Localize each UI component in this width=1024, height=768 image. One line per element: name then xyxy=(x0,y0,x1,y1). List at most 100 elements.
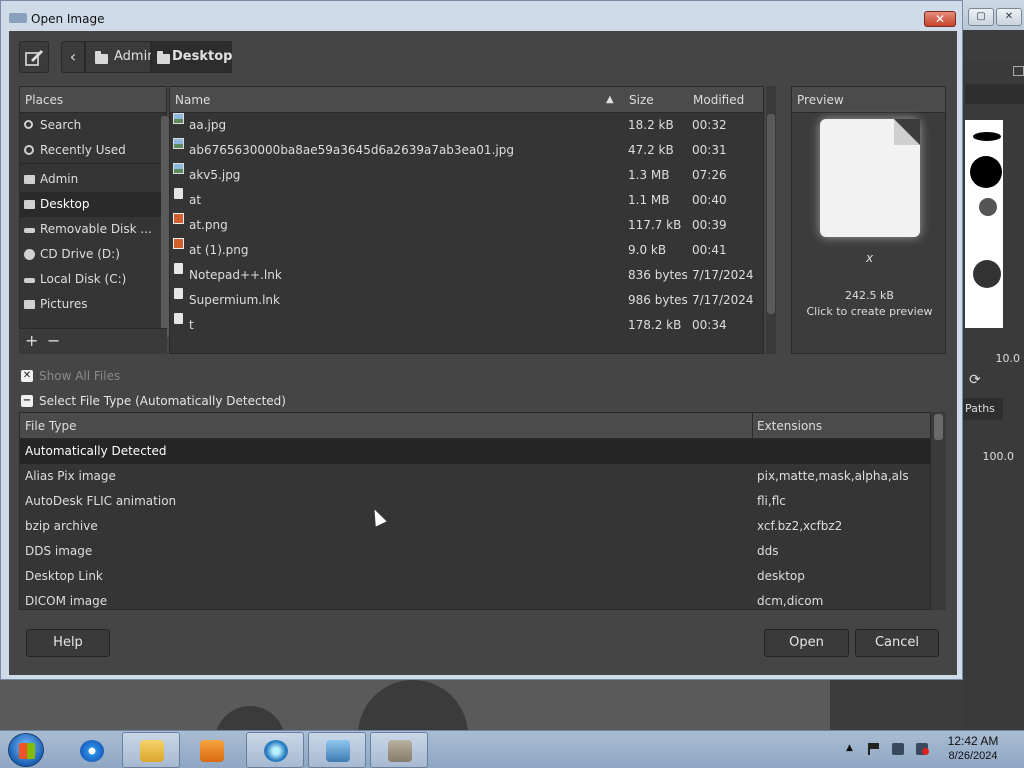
preview-panel[interactable]: Preview x 242.5 kB Click to create previ… xyxy=(791,86,946,354)
file-modified: 00:31 xyxy=(692,143,727,157)
taskbar-gimp[interactable] xyxy=(370,732,428,768)
open-button[interactable]: Open xyxy=(764,629,849,657)
image-file-icon xyxy=(173,138,184,149)
breadcrumb-desktop[interactable]: Desktop xyxy=(151,41,232,73)
taskbar-image-viewer[interactable] xyxy=(308,732,366,768)
file-modified: 00:32 xyxy=(692,118,727,132)
file-modified: 00:40 xyxy=(692,193,727,207)
file-row[interactable]: Supermium.lnk 986 bytes 7/17/2024 xyxy=(170,288,763,313)
place-removable-disk[interactable]: Removable Disk ... xyxy=(20,217,166,242)
file-type-expander[interactable]: − xyxy=(21,395,33,407)
show-hidden-icons-icon[interactable]: ▲ xyxy=(846,743,858,755)
show-all-files-checkbox[interactable]: ✕ xyxy=(21,370,33,382)
tab-paths[interactable]: Paths xyxy=(963,398,1003,420)
file-type-scrollbar[interactable] xyxy=(931,412,946,610)
file-row[interactable]: akv5.jpg 1.3 MB 07:26 xyxy=(170,163,763,188)
file-type-row[interactable]: bzip archive xcf.bz2,xcfbz2 xyxy=(20,514,930,539)
file-row[interactable]: at (1).png 9.0 kB 00:41 xyxy=(170,238,763,263)
remove-bookmark-button[interactable]: − xyxy=(47,331,60,350)
file-row[interactable]: Notepad++.lnk 836 bytes 7/17/2024 xyxy=(170,263,763,288)
column-size[interactable]: Size xyxy=(629,87,654,113)
folder-icon xyxy=(95,51,108,64)
file-type-row[interactable]: AutoDesk FLIC animation fli,flc xyxy=(20,489,930,514)
taskbar-internet-explorer[interactable] xyxy=(62,732,120,768)
file-row[interactable]: aa.jpg 18.2 kB 00:32 xyxy=(170,113,763,138)
brush-mark xyxy=(970,156,1002,188)
place-local-disk[interactable]: Local Disk (C:) xyxy=(20,267,166,292)
file-type-row[interactable]: DICOM image dcm,dicom xyxy=(20,589,930,609)
file-type-extensions: xcf.bz2,xcfbz2 xyxy=(757,519,843,533)
preview-filesize: 242.5 kB xyxy=(845,289,894,302)
column-file-type[interactable]: File Type xyxy=(25,413,76,439)
clock-time: 12:42 AM xyxy=(947,734,999,748)
scrollbar-thumb[interactable] xyxy=(767,114,775,314)
png-file-icon xyxy=(173,238,184,249)
file-row[interactable]: t 178.2 kB 00:34 xyxy=(170,313,763,338)
folder-icon xyxy=(24,175,35,184)
file-type-row[interactable]: Desktop Link desktop xyxy=(20,564,930,589)
breadcrumb-admin[interactable]: Admin xyxy=(85,41,155,73)
places-scrollbar[interactable] xyxy=(161,116,169,338)
file-type-extensions: fli,flc xyxy=(757,494,786,508)
place-cd-drive[interactable]: CD Drive (D:) xyxy=(20,242,166,267)
type-location-button[interactable] xyxy=(19,41,49,73)
add-bookmark-button[interactable]: + xyxy=(25,331,38,350)
taskbar-media-player[interactable] xyxy=(182,732,240,768)
brush-mark xyxy=(973,132,1001,141)
image-viewer-icon xyxy=(326,740,350,762)
network-icon[interactable] xyxy=(892,743,904,755)
file-list-scrollbar[interactable] xyxy=(766,86,776,354)
taskbar-clock[interactable]: 12:42 AM 8/26/2024 xyxy=(940,734,1006,764)
place-recently-used[interactable]: Recently Used xyxy=(20,138,166,163)
places-panel: Places Search Recently Used Admin Deskto… xyxy=(19,86,167,354)
file-modified: 7/17/2024 xyxy=(692,268,754,282)
windows-logo-icon xyxy=(19,743,35,759)
place-search[interactable]: Search xyxy=(20,113,166,138)
file-row[interactable]: ab6765630000ba8ae59a3645d6a2639a7ab3ea01… xyxy=(170,138,763,163)
taskbar-explorer[interactable] xyxy=(122,732,180,768)
sort-ascending-icon[interactable]: ▲ xyxy=(606,87,614,113)
dialog-close-button[interactable]: ✕ xyxy=(924,11,956,27)
column-extensions[interactable]: Extensions xyxy=(757,413,822,439)
scrollbar-thumb[interactable] xyxy=(934,414,943,440)
file-type-row[interactable]: DDS image dds xyxy=(20,539,930,564)
start-button[interactable] xyxy=(8,733,44,767)
file-row[interactable]: at.png 117.7 kB 00:39 xyxy=(170,213,763,238)
file-size: 117.7 kB xyxy=(628,218,682,232)
file-size: 47.2 kB xyxy=(628,143,674,157)
file-type-row[interactable]: Automatically Detected xyxy=(20,439,930,464)
volume-muted-icon[interactable] xyxy=(916,743,929,755)
action-center-flag-icon[interactable] xyxy=(868,743,880,755)
breadcrumb-back-button[interactable]: ‹ xyxy=(61,41,85,73)
search-icon xyxy=(24,120,33,129)
dock-menu-icon[interactable] xyxy=(1013,66,1024,76)
recent-icon xyxy=(24,145,34,155)
file-row[interactable]: at 1.1 MB 00:40 xyxy=(170,188,763,213)
place-admin[interactable]: Admin xyxy=(20,167,166,192)
folder-icon xyxy=(140,740,164,762)
file-type-extensions: dds xyxy=(757,544,779,558)
places-header: Places xyxy=(20,87,166,113)
preview-hint: Click to create preview xyxy=(806,305,933,318)
brush-select[interactable] xyxy=(965,84,1024,104)
refresh-icon[interactable]: ⟳ xyxy=(969,372,981,388)
file-type-row[interactable]: Alias Pix image pix,matte,mask,alpha,als xyxy=(20,464,930,489)
edit-location-icon xyxy=(25,50,43,66)
file-name: aa.jpg xyxy=(189,118,227,132)
place-pictures[interactable]: Pictures xyxy=(20,292,166,317)
close-button[interactable]: ✕ xyxy=(996,8,1022,26)
taskbar-browser[interactable] xyxy=(246,732,304,768)
brush-mark xyxy=(973,260,1001,288)
brush-previews xyxy=(965,120,1003,328)
cancel-button[interactable]: Cancel xyxy=(855,629,939,657)
place-desktop[interactable]: Desktop xyxy=(20,192,166,217)
restore-button[interactable]: ▢ xyxy=(968,8,994,26)
help-button[interactable]: Help xyxy=(26,629,110,657)
place-label: Recently Used xyxy=(40,143,126,157)
flag-shape xyxy=(870,743,879,749)
column-name[interactable]: Name xyxy=(175,87,210,113)
column-modified[interactable]: Modified xyxy=(693,87,744,113)
canvas-area xyxy=(0,680,830,768)
dialog-title: Open Image xyxy=(31,12,105,26)
file-type-expander-label[interactable]: Select File Type (Automatically Detected… xyxy=(39,394,286,408)
